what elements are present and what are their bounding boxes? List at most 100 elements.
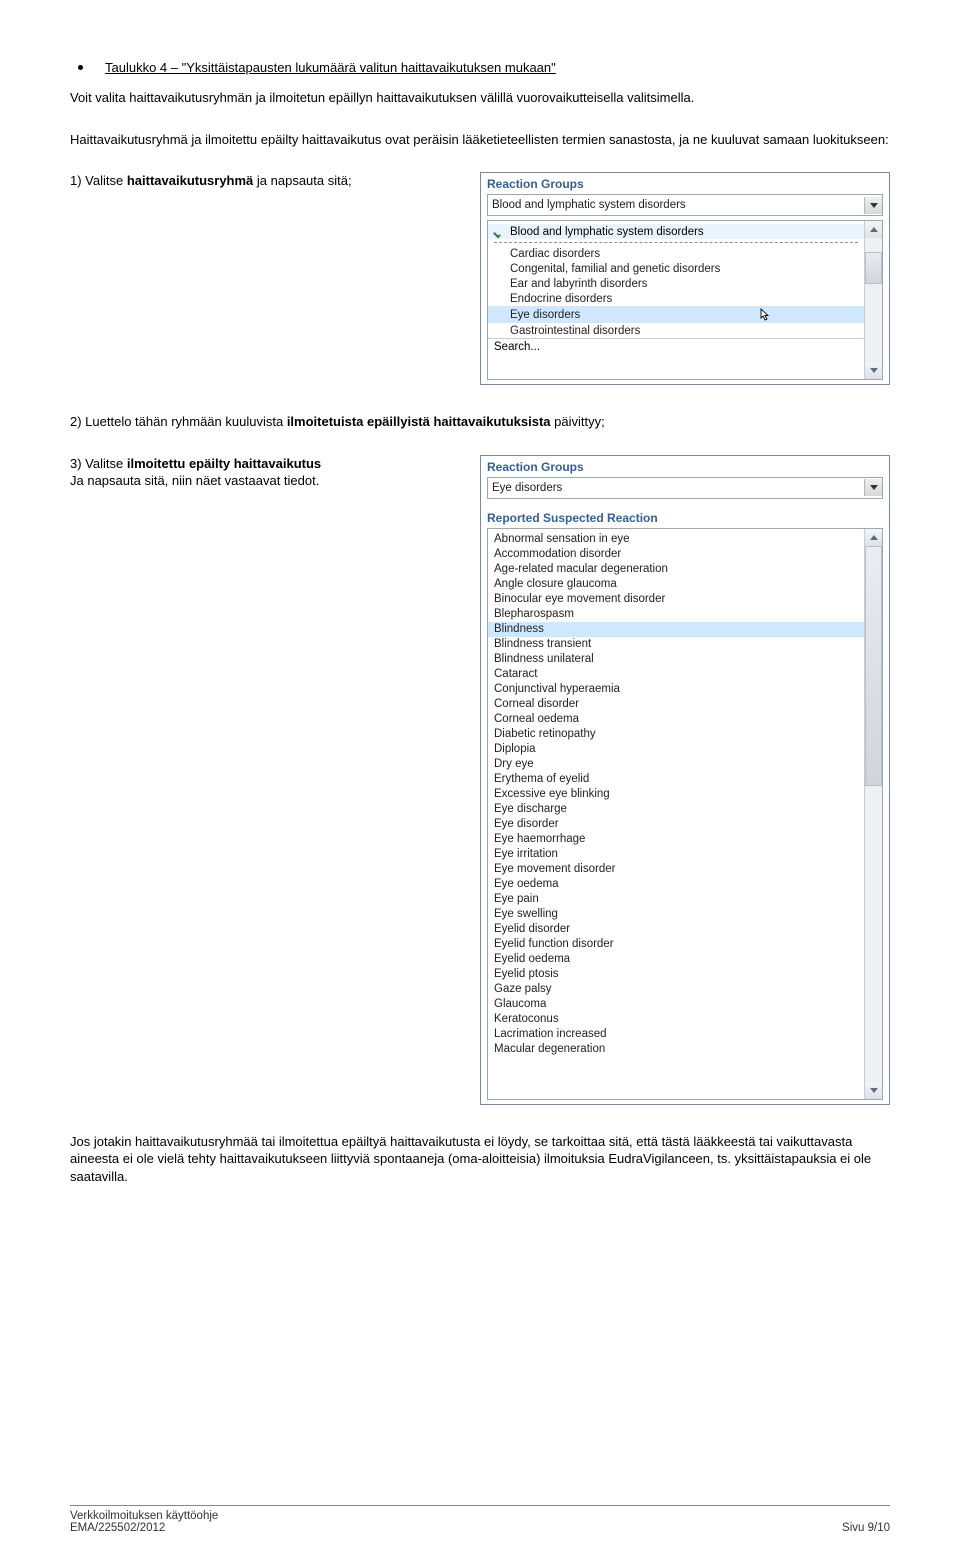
list-item[interactable]: Macular degeneration	[488, 1042, 864, 1057]
list-item[interactable]: Angle closure glaucoma	[488, 577, 864, 592]
step3-prefix: 3) Valitse	[70, 456, 127, 471]
list-item[interactable]: Keratoconus	[488, 1012, 864, 1027]
intro-paragraph-2: Haittavaikutusryhmä ja ilmoitettu epäilt…	[70, 131, 890, 149]
list-item[interactable]: Erythema of eyelid	[488, 772, 864, 787]
scroll-thumb[interactable]	[865, 252, 882, 284]
reaction-groups-label: Reaction Groups	[481, 173, 889, 194]
list-item[interactable]: Eye discharge	[488, 802, 864, 817]
list-item[interactable]: Eyelid oedema	[488, 952, 864, 967]
list-item[interactable]: Dry eye	[488, 757, 864, 772]
scroll-down-button[interactable]	[865, 362, 882, 379]
list-item[interactable]: Eye haemorrhage	[488, 832, 864, 847]
list-item[interactable]: Blindness	[488, 622, 864, 637]
list-item[interactable]: Accommodation disorder	[488, 547, 864, 562]
reaction-group-select-value-2: Eye disorders	[488, 482, 562, 494]
dropdown-button-2[interactable]	[864, 479, 882, 496]
step2-prefix: 2) Luettelo tähän ryhmään kuuluvista	[70, 414, 287, 429]
list-item[interactable]: Eye swelling	[488, 907, 864, 922]
reaction-groups-label-2: Reaction Groups	[481, 456, 889, 477]
list-item[interactable]: Glaucoma	[488, 997, 864, 1012]
list-item[interactable]: Corneal oedema	[488, 712, 864, 727]
step3-line2: Ja napsauta sitä, niin näet vastaavat ti…	[70, 472, 462, 490]
list-item[interactable]: Eyelid function disorder	[488, 937, 864, 952]
list-item[interactable]: Gaze palsy	[488, 982, 864, 997]
list-item[interactable]: Eye pain	[488, 892, 864, 907]
intro-paragraph-1: Voit valita haittavaikutusryhmän ja ilmo…	[70, 89, 890, 107]
step3-bold: ilmoitettu epäilty haittavaikutus	[127, 456, 321, 471]
step3-ui-panel: Reaction Groups Eye disorders Reported S…	[480, 455, 890, 1105]
scrollbar[interactable]	[864, 221, 882, 379]
list-item[interactable]: Diplopia	[488, 742, 864, 757]
chevron-down-icon	[870, 203, 878, 208]
checkmark-icon	[494, 226, 506, 238]
dropdown-button[interactable]	[864, 197, 882, 214]
cursor-icon	[760, 308, 772, 322]
list-item[interactable]: Lacrimation increased	[488, 1027, 864, 1042]
list-item[interactable]: Diabetic retinopathy	[488, 727, 864, 742]
scroll-track-2[interactable]	[865, 546, 882, 1082]
bullet-icon	[78, 65, 83, 70]
reaction-group-select-value: Blood and lymphatic system disorders	[488, 199, 686, 211]
list-item[interactable]: Binocular eye movement disorder	[488, 592, 864, 607]
heading-bullet-row: Taulukko 4 – "Yksittäistapausten lukumää…	[70, 60, 890, 75]
list-item[interactable]: Blindness unilateral	[488, 652, 864, 667]
step1-bold: haittavaikutusryhmä	[127, 173, 253, 188]
list-item[interactable]: Blindness transient	[488, 637, 864, 652]
list-item[interactable]: Endocrine disorders	[488, 291, 864, 306]
scroll-up-button[interactable]	[865, 221, 882, 238]
step-1-text: 1) Valitse haittavaikutusryhmä ja napsau…	[70, 172, 480, 190]
step1-suffix: ja napsauta sitä;	[253, 173, 351, 188]
list-item[interactable]: Cataract	[488, 667, 864, 682]
list-item[interactable]: Excessive eye blinking	[488, 787, 864, 802]
footer-left-line1: Verkkoilmoituksen käyttöohje	[70, 1510, 218, 1522]
list-item[interactable]: Eyelid ptosis	[488, 967, 864, 982]
scroll-track[interactable]	[865, 238, 882, 362]
footer-right: Sivu 9/10	[842, 1522, 890, 1534]
scroll-down-button-2[interactable]	[865, 1082, 882, 1099]
step-2-text: 2) Luettelo tähän ryhmään kuuluvista ilm…	[70, 413, 890, 431]
checked-list-item[interactable]: Blood and lymphatic system disorders	[488, 224, 864, 239]
reaction-group-select[interactable]: Blood and lymphatic system disorders	[487, 194, 883, 216]
checked-item-label: Blood and lymphatic system disorders	[510, 226, 704, 238]
list-item[interactable]: Eye movement disorder	[488, 862, 864, 877]
step-3-row: 3) Valitse ilmoitettu epäilty haittavaik…	[70, 455, 890, 1105]
list-item[interactable]: Corneal disorder	[488, 697, 864, 712]
suspected-reaction-label: Reported Suspected Reaction	[481, 503, 889, 528]
step1-prefix: 1) Valitse	[70, 173, 127, 188]
scroll-thumb-2[interactable]	[865, 546, 882, 786]
footer-left-line2: EMA/225502/2012	[70, 1522, 218, 1534]
list-item[interactable]: Eyelid disorder	[488, 922, 864, 937]
list-items-column: Blood and lymphatic system disorders Car…	[488, 221, 864, 379]
list-item[interactable]: Age-related macular degeneration	[488, 562, 864, 577]
list-item[interactable]: Ear and labyrinth disorders	[488, 276, 864, 291]
list-item[interactable]: Eye irritation	[488, 847, 864, 862]
chevron-down-icon	[870, 1088, 878, 1093]
scroll-up-button-2[interactable]	[865, 529, 882, 546]
footer-divider	[70, 1505, 890, 1506]
list-items-column-2: Abnormal sensation in eyeAccommodation d…	[488, 529, 864, 1099]
step-1-row: 1) Valitse haittavaikutusryhmä ja napsau…	[70, 172, 890, 385]
heading-text: Taulukko 4 – "Yksittäistapausten lukumää…	[105, 60, 556, 75]
suspected-reaction-listbox[interactable]: Abnormal sensation in eyeAccommodation d…	[487, 528, 883, 1100]
search-row[interactable]: Search...	[488, 338, 864, 355]
step1-ui-panel: Reaction Groups Blood and lymphatic syst…	[480, 172, 890, 385]
list-item[interactable]: Congenital, familial and genetic disorde…	[488, 261, 864, 276]
list-item[interactable]: Blepharospasm	[488, 607, 864, 622]
footer-left: Verkkoilmoituksen käyttöohje EMA/225502/…	[70, 1510, 218, 1534]
chevron-down-icon	[870, 485, 878, 490]
step2-bold: ilmoitetuista epäillyistä haittavaikutuk…	[287, 414, 551, 429]
chevron-down-icon	[870, 368, 878, 373]
reaction-group-select-2[interactable]: Eye disorders	[487, 477, 883, 499]
step2-suffix: päivittyy;	[551, 414, 605, 429]
list-item[interactable]: Eye disorders	[488, 306, 864, 323]
reaction-group-listbox[interactable]: Blood and lymphatic system disorders Car…	[487, 220, 883, 380]
list-item[interactable]: Abnormal sensation in eye	[488, 532, 864, 547]
list-item[interactable]: Eye disorder	[488, 817, 864, 832]
step-3-text: 3) Valitse ilmoitettu epäilty haittavaik…	[70, 455, 480, 490]
chevron-up-icon	[870, 535, 878, 540]
list-item[interactable]: Eye oedema	[488, 877, 864, 892]
list-item[interactable]: Cardiac disorders	[488, 246, 864, 261]
list-item[interactable]: Conjunctival hyperaemia	[488, 682, 864, 697]
scrollbar-2[interactable]	[864, 529, 882, 1099]
list-item[interactable]: Gastrointestinal disorders	[488, 323, 864, 338]
